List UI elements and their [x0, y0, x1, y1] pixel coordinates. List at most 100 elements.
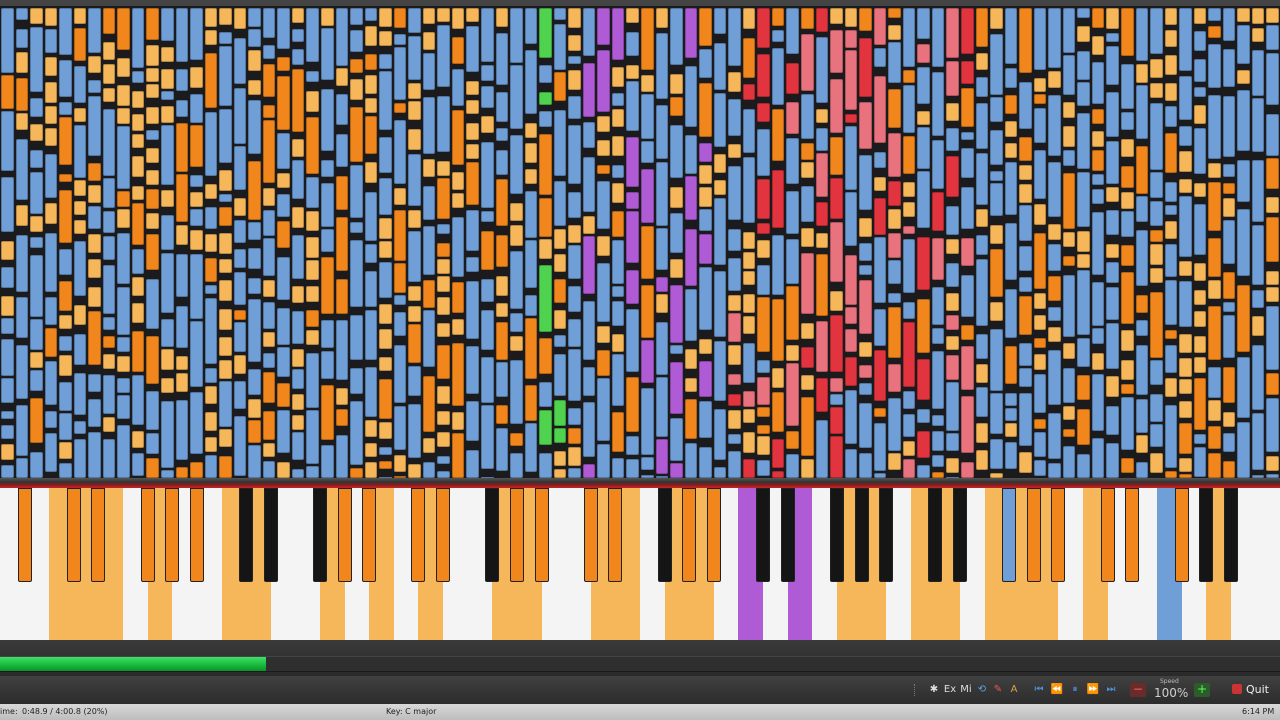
midi-icon[interactable]: Mi: [958, 682, 974, 698]
piano-black-key[interactable]: [534, 488, 549, 582]
piano-black-key[interactable]: [928, 488, 943, 582]
piano-black-key[interactable]: [829, 488, 844, 582]
falling-note: [1179, 334, 1192, 353]
falling-note: [1033, 419, 1047, 429]
falling-note: [728, 229, 741, 251]
piano-black-key[interactable]: [17, 488, 32, 582]
piano-black-key[interactable]: [411, 488, 426, 582]
piano-black-key[interactable]: [263, 488, 278, 582]
falling-note: [408, 231, 421, 282]
piano-black-key[interactable]: [608, 488, 623, 582]
piano-black-key[interactable]: [1026, 488, 1041, 582]
skip-start-icon[interactable]: ⏮: [1032, 682, 1046, 698]
piano-black-key[interactable]: [436, 488, 451, 582]
falling-note: [611, 354, 625, 406]
falling-note: [175, 400, 189, 460]
piano-black-key[interactable]: [362, 488, 377, 582]
piano-black-key[interactable]: [1199, 488, 1214, 582]
rewind-icon[interactable]: ⏪: [1050, 682, 1064, 698]
piano-black-key[interactable]: [239, 488, 254, 582]
piano-black-key[interactable]: [657, 488, 672, 582]
falling-note: [742, 432, 756, 453]
fast-forward-icon[interactable]: ⏩: [1086, 682, 1100, 698]
toolbar-grip[interactable]: [914, 684, 919, 696]
piano-black-key[interactable]: [509, 488, 524, 582]
falling-note: [510, 135, 523, 194]
piano-black-key[interactable]: [953, 488, 967, 582]
piano-black-key[interactable]: [337, 488, 352, 582]
falling-note: [364, 192, 378, 241]
falling-note: [1251, 316, 1265, 336]
falling-note: [946, 355, 959, 380]
falling-note: [1208, 26, 1221, 38]
piano-black-key[interactable]: [1125, 488, 1140, 582]
progress-bar[interactable]: [0, 656, 1280, 672]
keyboard-hit-line: [0, 478, 1280, 488]
piano-black-key[interactable]: [706, 488, 721, 582]
loop-icon[interactable]: ⟲: [974, 682, 990, 698]
falling-note: [161, 319, 174, 347]
falling-note: [44, 233, 58, 292]
falling-note: [146, 213, 159, 229]
falling-note: [131, 71, 145, 83]
piano-black-key[interactable]: [1051, 488, 1066, 582]
falling-note: [146, 68, 159, 82]
skip-end-icon[interactable]: ⏭: [1104, 682, 1118, 698]
falling-note: [902, 85, 916, 133]
piano-white-key[interactable]: [1255, 488, 1280, 640]
piano-black-key[interactable]: [313, 488, 327, 582]
falling-note: [393, 312, 407, 336]
falling-note: [597, 378, 610, 441]
falling-note: [786, 345, 799, 361]
piano-black-key[interactable]: [66, 488, 81, 582]
piano-black-key[interactable]: [583, 488, 598, 582]
speed-increase-button[interactable]: +: [1194, 683, 1210, 697]
falling-note: [539, 382, 552, 407]
piano-black-key[interactable]: [485, 488, 500, 582]
falling-note: [88, 234, 101, 253]
piano-black-key[interactable]: [879, 488, 894, 582]
falling-note: [364, 8, 378, 21]
falling-note: [1106, 46, 1119, 85]
falling-note: [801, 459, 814, 478]
piano-black-key[interactable]: [682, 488, 697, 582]
piano-keyboard[interactable]: [0, 488, 1280, 640]
piano-black-key[interactable]: [189, 488, 204, 582]
quit-button[interactable]: Quit: [1232, 681, 1276, 699]
falling-note: [1121, 458, 1134, 473]
export-icon[interactable]: Ex: [942, 682, 958, 698]
falling-note: [946, 128, 959, 151]
falling-note: [946, 336, 959, 350]
falling-note: [59, 336, 72, 351]
falling-note: [437, 25, 450, 87]
falling-note: [1106, 244, 1119, 258]
piano-black-key[interactable]: [1002, 488, 1017, 582]
piano-black-key[interactable]: [140, 488, 155, 582]
falling-note: [175, 8, 189, 62]
falling-note: [393, 47, 407, 100]
label-icon[interactable]: A: [1006, 682, 1022, 698]
falling-note: [786, 239, 799, 284]
falling-note: [888, 8, 901, 18]
piano-black-key[interactable]: [1223, 488, 1238, 582]
piano-black-key[interactable]: [1174, 488, 1189, 582]
falling-note: [699, 401, 712, 438]
piano-black-key[interactable]: [756, 488, 771, 582]
pen-icon[interactable]: ✎: [990, 682, 1006, 698]
piano-black-key[interactable]: [91, 488, 106, 582]
falling-note: [248, 399, 261, 418]
pause-icon[interactable]: ⏸: [1068, 682, 1082, 698]
piano-black-key[interactable]: [165, 488, 180, 582]
falling-note: [306, 353, 319, 408]
falling-note: [830, 378, 843, 392]
piano-black-key[interactable]: [1100, 488, 1115, 582]
falling-note: [306, 237, 319, 258]
falling-note: [975, 153, 989, 205]
falling-note: [553, 279, 567, 303]
speed-decrease-button[interactable]: −: [1130, 683, 1146, 697]
falling-note: [873, 350, 887, 401]
piano-black-key[interactable]: [780, 488, 795, 582]
settings-icon[interactable]: ✱: [926, 682, 942, 698]
falling-note: [1077, 375, 1090, 400]
piano-black-key[interactable]: [854, 488, 869, 582]
